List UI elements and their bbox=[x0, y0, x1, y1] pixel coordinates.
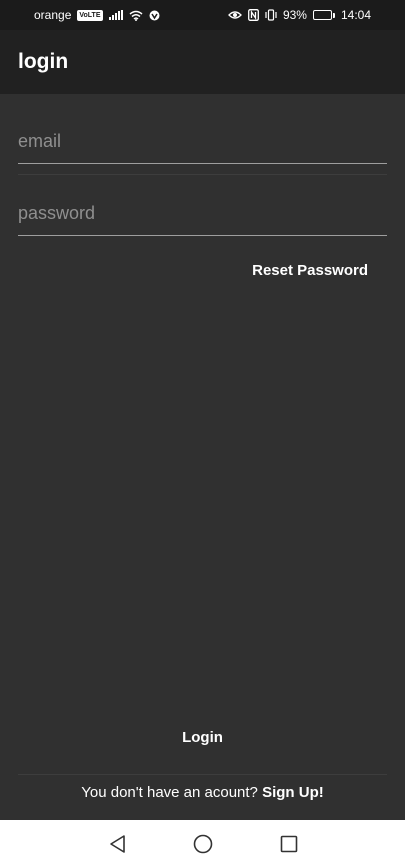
signup-row: You don't have an acount? Sign Up! bbox=[0, 784, 405, 801]
vpn-icon bbox=[149, 10, 160, 21]
clock: 14:04 bbox=[340, 8, 371, 22]
battery-percent: 93% bbox=[282, 8, 307, 22]
wifi-icon bbox=[129, 10, 143, 21]
status-bar: orange VoLTE 93% 14:04 bbox=[0, 0, 405, 30]
battery-icon bbox=[312, 10, 335, 20]
recents-icon[interactable] bbox=[279, 834, 299, 854]
navigation-bar bbox=[0, 820, 405, 867]
app-bar: login bbox=[0, 30, 405, 94]
status-right: 93% 14:04 bbox=[228, 8, 371, 22]
nfc-icon bbox=[247, 9, 259, 21]
vibrate-icon bbox=[265, 9, 277, 21]
login-button[interactable]: Login bbox=[0, 729, 405, 746]
volte-badge: VoLTE bbox=[77, 9, 103, 21]
email-input[interactable] bbox=[18, 114, 387, 163]
reset-password-button[interactable]: Reset Password bbox=[252, 262, 368, 279]
signal-icon bbox=[108, 10, 123, 20]
password-input[interactable] bbox=[18, 186, 387, 235]
home-icon[interactable] bbox=[193, 834, 213, 854]
back-icon[interactable] bbox=[107, 834, 127, 854]
page-title: login bbox=[18, 50, 69, 73]
eye-icon bbox=[228, 10, 242, 20]
divider bbox=[18, 774, 387, 775]
signup-link[interactable]: Sign Up! bbox=[262, 784, 324, 801]
email-field[interactable] bbox=[18, 114, 387, 164]
carrier-name: orange bbox=[34, 8, 72, 22]
divider bbox=[18, 174, 387, 175]
status-left: orange VoLTE bbox=[34, 8, 160, 22]
password-field[interactable] bbox=[18, 186, 387, 236]
signup-prompt: You don't have an acount? bbox=[81, 784, 258, 801]
